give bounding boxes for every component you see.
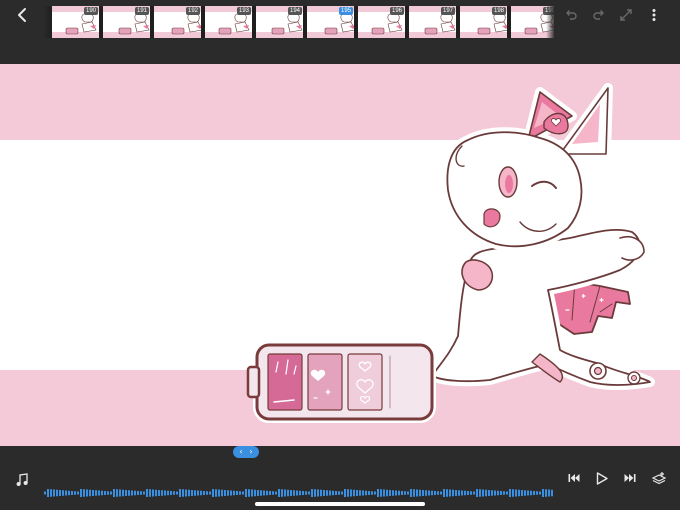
frame-number: 197 <box>440 7 455 15</box>
artwork <box>246 83 655 423</box>
more-options-button[interactable] <box>643 4 665 26</box>
timeline-frame[interactable]: 193 <box>205 6 253 38</box>
home-indicator <box>255 502 425 506</box>
timeline-frame[interactable]: 197 <box>409 6 457 38</box>
music-note-icon <box>16 473 28 486</box>
timeline-frame[interactable]: 195 <box>307 6 355 38</box>
frame-number: 196 <box>389 7 404 15</box>
skip-forward-button[interactable] <box>622 470 638 486</box>
timeline-frame[interactable]: 192 <box>154 6 202 38</box>
timeline-frame[interactable]: 198 <box>460 6 508 38</box>
timeline-panel <box>0 446 680 510</box>
play-icon <box>596 471 608 485</box>
audio-waveform-track <box>44 489 553 497</box>
frame-strip[interactable]: 190191192193194195196197198199 <box>44 6 554 38</box>
redo-icon <box>593 10 604 20</box>
add-layer-icon <box>651 472 667 485</box>
undo-icon <box>566 10 577 20</box>
timeline-frame[interactable]: 191 <box>103 6 151 38</box>
timeline-frame[interactable]: 196 <box>358 6 406 38</box>
back-button[interactable] <box>11 4 33 26</box>
skip-forward-icon <box>624 474 636 482</box>
redo-button[interactable] <box>588 4 610 26</box>
expand-button[interactable] <box>615 4 637 26</box>
play-button[interactable] <box>594 470 610 486</box>
frame-number: 194 <box>287 7 302 15</box>
playhead-left-arrow: ‹ <box>239 447 243 456</box>
frame-number: 192 <box>185 7 200 15</box>
chevron-left-icon <box>18 8 26 22</box>
add-layer-button[interactable] <box>650 470 668 486</box>
drawing-canvas[interactable] <box>0 64 680 446</box>
frame-strip-fade-right <box>546 6 554 38</box>
character-drawing <box>246 83 655 423</box>
skip-back-button[interactable] <box>566 470 582 486</box>
more-vertical-icon <box>652 9 656 21</box>
playhead-right-arrow: › <box>249 447 253 456</box>
frame-number: 191 <box>134 7 149 15</box>
playhead-handle[interactable]: ‹ › <box>233 446 259 458</box>
music-button[interactable] <box>14 472 30 488</box>
frame-strip-fade-left <box>44 6 52 38</box>
frame-number: 193 <box>236 7 251 15</box>
timeline-frame[interactable]: 190 <box>52 6 100 38</box>
frame-number: 190 <box>83 7 98 15</box>
expand-icon <box>620 9 632 21</box>
frame-number: 195 <box>338 7 353 15</box>
frame-number: 198 <box>491 7 506 15</box>
timeline-frame[interactable]: 194 <box>256 6 304 38</box>
undo-button[interactable] <box>560 4 582 26</box>
skip-back-icon <box>568 474 580 482</box>
